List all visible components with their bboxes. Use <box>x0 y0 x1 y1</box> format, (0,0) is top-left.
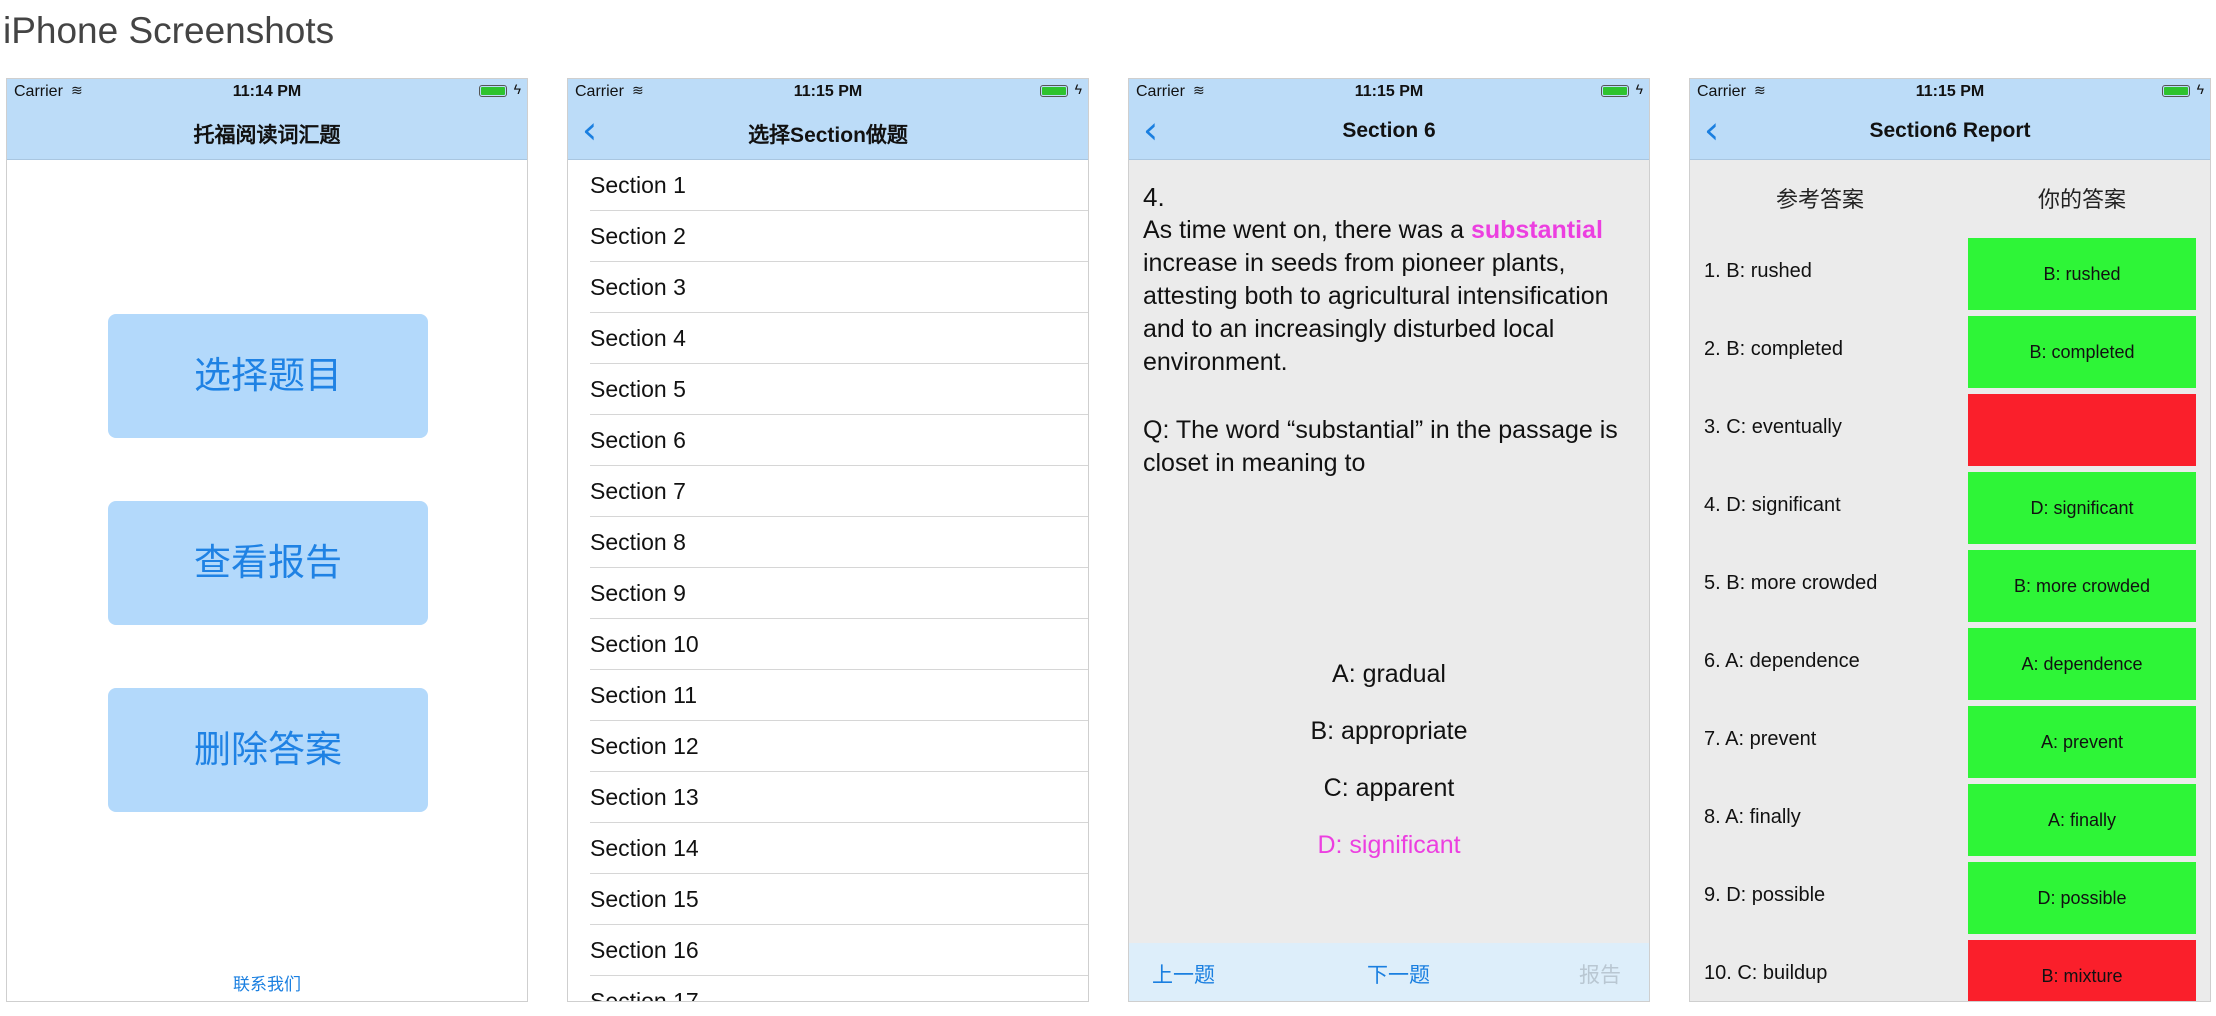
question-number: 4. <box>1143 182 1165 212</box>
reference-answer: 2. B: completed <box>1704 338 1843 360</box>
phone-section-list: Carrier ≋ 11:15 PM ϟ ‹ 选择Section做题 Secti… <box>567 78 1089 1002</box>
report-content: 参考答案 你的答案 1. B: rushed B: rushed 2. B: c… <box>1690 160 2210 1001</box>
your-answer-cell: A: prevent <box>1968 706 2196 778</box>
status-time: 11:14 PM <box>232 83 302 100</box>
reference-answer: 8. A: finally <box>1704 806 1801 828</box>
nav-title: 选择Section做题 <box>748 124 908 147</box>
section-list-item[interactable]: Section 12 <box>590 721 1088 772</box>
battery-icon <box>1040 85 1068 97</box>
section-list-item[interactable]: Section 9 <box>590 568 1088 619</box>
phone-report-screen: Carrier ≋ 11:15 PM ϟ ‹ Section6 Report 参… <box>1689 78 2211 1002</box>
nav-title: Section 6 <box>1342 119 1436 142</box>
report-row: 10. C: buildup B: mixture <box>1690 940 2210 1001</box>
your-answer-cell: B: completed <box>1968 316 2196 388</box>
reference-answer: 9. D: possible <box>1704 884 1826 906</box>
option-b[interactable]: B: appropriate <box>1129 717 1649 746</box>
status-bar: Carrier ≋ 11:15 PM ϟ <box>1690 79 2210 105</box>
section-list-item[interactable]: Section 5 <box>590 364 1088 415</box>
your-answer-header: 你的答案 <box>2037 187 2126 212</box>
reference-answer: 6. A: dependence <box>1704 650 1860 672</box>
section-list-item[interactable]: Section 13 <box>590 772 1088 823</box>
section-list-item[interactable]: Section 6 <box>590 415 1088 466</box>
your-answer-cell: B: rushed <box>1968 238 2196 310</box>
phone-question-screen: Carrier ≋ 11:15 PM ϟ ‹ Section 6 4. As t… <box>1128 78 1650 1002</box>
option-c[interactable]: C: apparent <box>1129 774 1649 803</box>
status-time: 11:15 PM <box>1915 83 1985 100</box>
reference-answer: 10. C: buildup <box>1704 962 1828 984</box>
charging-icon: ϟ <box>513 81 521 97</box>
report-row: 7. A: prevent A: prevent <box>1690 706 2210 778</box>
passage-before: As time went on, there was a <box>1143 216 1471 244</box>
reference-answer: 1. B: rushed <box>1704 260 1812 282</box>
section-list-item[interactable]: Section 1 <box>590 160 1088 211</box>
contact-us-link[interactable]: 联系我们 <box>7 970 527 995</box>
delete-answers-button[interactable]: 删除答案 <box>108 688 428 812</box>
report-row: 6. A: dependence A: dependence <box>1690 628 2210 700</box>
bottom-toolbar: 上一题 下一题 报告 <box>1129 943 1649 1001</box>
section-list-item[interactable]: Section 7 <box>590 466 1088 517</box>
section-list: Section 1 Section 2 Section 3 Section 4 … <box>568 160 1088 1001</box>
report-button[interactable]: 报告 <box>1579 959 1621 989</box>
your-answer-cell: D: possible <box>1968 862 2196 934</box>
section-list-item[interactable]: Section 10 <box>590 619 1088 670</box>
battery-icon <box>2162 85 2190 97</box>
question-text: Q: The word “substantial” in the passage… <box>1143 416 1618 477</box>
your-answer-cell: A: dependence <box>1968 628 2196 700</box>
your-answer-cell <box>1968 394 2196 466</box>
status-bar: Carrier ≋ 11:15 PM ϟ <box>1129 79 1649 105</box>
section-list-item[interactable]: Section 15 <box>590 874 1088 925</box>
highlighted-word: substantial <box>1470 216 1603 244</box>
your-answer-cell: D: significant <box>1968 472 2196 544</box>
section-list-item[interactable]: Section 16 <box>590 925 1088 976</box>
report-row: 3. C: eventually <box>1690 394 2210 466</box>
your-answer-cell: B: mixture <box>1968 940 2196 1001</box>
section-list-item[interactable]: Section 4 <box>590 313 1088 364</box>
status-bar: Carrier ≋ 11:14 PM ϟ <box>7 79 527 105</box>
nav-bar: 托福阅读词汇题 <box>7 105 527 160</box>
charging-icon: ϟ <box>2196 81 2204 97</box>
select-questions-button[interactable]: 选择题目 <box>108 314 428 438</box>
reference-answer-header: 参考答案 <box>1775 187 1864 212</box>
report-row: 5. B: more crowded B: more crowded <box>1690 550 2210 622</box>
next-question-button[interactable]: 下一题 <box>1367 959 1430 989</box>
nav-bar: ‹ 选择Section做题 <box>568 105 1088 160</box>
section-list-item[interactable]: Section 11 <box>590 670 1088 721</box>
nav-title: 托福阅读词汇题 <box>193 124 341 147</box>
view-report-button[interactable]: 查看报告 <box>108 501 428 625</box>
report-row: 8. A: finally A: finally <box>1690 784 2210 856</box>
report-row: 1. B: rushed B: rushed <box>1690 238 2210 310</box>
section-list-item[interactable]: Section 14 <box>590 823 1088 874</box>
charging-icon: ϟ <box>1074 81 1082 97</box>
option-d[interactable]: D: significant <box>1129 831 1649 860</box>
phone-home-screen: Carrier ≋ 11:14 PM ϟ 托福阅读词汇题 选择题目 查看报告 删… <box>6 78 528 1002</box>
section-list-item[interactable]: Section 2 <box>590 211 1088 262</box>
passage-after: increase in seeds from pioneer plants, a… <box>1143 249 1609 376</box>
status-time: 11:15 PM <box>1354 83 1424 100</box>
page-title: iPhone Screenshots <box>3 10 335 51</box>
battery-icon <box>1601 85 1629 97</box>
your-answer-cell: B: more crowded <box>1968 550 2196 622</box>
section-list-item[interactable]: Section 8 <box>590 517 1088 568</box>
status-time: 11:15 PM <box>793 83 863 100</box>
reference-answer: 4. D: significant <box>1704 494 1841 516</box>
battery-icon <box>479 85 507 97</box>
section-list-item[interactable]: Section 3 <box>590 262 1088 313</box>
report-row: 9. D: possible D: possible <box>1690 862 2210 934</box>
passage-text: As time went on, there was a substantial… <box>1143 214 1643 379</box>
nav-title: Section6 Report <box>1869 119 2031 142</box>
previous-question-button[interactable]: 上一题 <box>1152 959 1215 989</box>
report-row: 4. D: significant D: significant <box>1690 472 2210 544</box>
charging-icon: ϟ <box>1635 81 1643 97</box>
reference-answer: 7. A: prevent <box>1704 728 1817 750</box>
nav-bar: ‹ Section6 Report <box>1690 105 2210 160</box>
question-content: 4. As time went on, there was a substant… <box>1129 160 1649 1001</box>
option-a[interactable]: A: gradual <box>1129 660 1649 689</box>
reference-answer: 3. C: eventually <box>1704 416 1842 438</box>
your-answer-cell: A: finally <box>1968 784 2196 856</box>
status-bar: Carrier ≋ 11:15 PM ϟ <box>568 79 1088 105</box>
report-row: 2. B: completed B: completed <box>1690 316 2210 388</box>
nav-bar: ‹ Section 6 <box>1129 105 1649 160</box>
section-list-item[interactable]: Section 17 <box>590 976 1088 1001</box>
reference-answer: 5. B: more crowded <box>1704 572 1878 594</box>
